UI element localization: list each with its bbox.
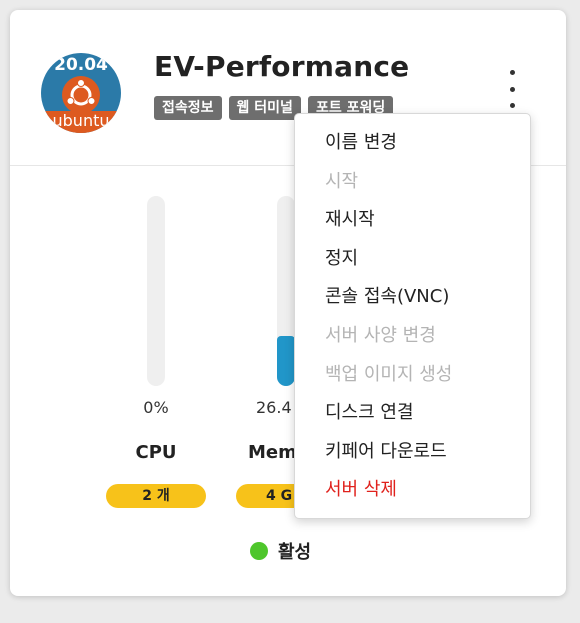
- server-actions-menu: 이름 변경 시작 재시작 정지 콘솔 접속(VNC) 서버 사양 변경 백업 이…: [294, 113, 531, 519]
- menu-item-change-spec: 서버 사양 변경: [325, 324, 436, 346]
- status-text: 활성: [278, 542, 312, 563]
- menu-item-restart[interactable]: 재시작: [295, 201, 530, 240]
- status-indicator: [250, 542, 268, 560]
- menu-item-console-vnc[interactable]: 콘솔 접속(VNC): [295, 278, 530, 317]
- cpu-usage-bar: [147, 196, 165, 386]
- memory-usage-fill: [277, 335, 295, 386]
- tag-connection-info[interactable]: 접속정보: [154, 96, 222, 120]
- cpu-label: CPU: [135, 442, 177, 463]
- more-options-icon[interactable]: [504, 70, 520, 108]
- menu-item-download-keypair[interactable]: 키페어 다운로드: [295, 433, 530, 472]
- ubuntu-icon: [62, 76, 100, 114]
- server-status: 활성: [250, 538, 311, 564]
- menu-item-rename[interactable]: 이름 변경: [295, 124, 530, 163]
- menu-item-stop[interactable]: 정지: [295, 240, 530, 279]
- menu-item-start: 시작: [325, 170, 359, 192]
- os-logo: 20.04 ubuntu: [41, 53, 121, 133]
- memory-usage-bar: [277, 196, 295, 386]
- server-name: EV-Performance: [154, 50, 410, 83]
- os-name: ubuntu: [41, 111, 121, 133]
- cpu-usage-percent: 0%: [143, 398, 169, 417]
- menu-item-attach-disk[interactable]: 디스크 연결: [295, 394, 530, 433]
- tag-web-terminal[interactable]: 웹 터미널: [228, 96, 301, 120]
- cpu-spec-badge: 2 개: [106, 484, 206, 508]
- menu-item-create-backup: 백업 이미지 생성: [325, 363, 453, 385]
- os-version: 20.04: [54, 55, 108, 75]
- menu-item-delete-server[interactable]: 서버 삭제: [295, 471, 530, 510]
